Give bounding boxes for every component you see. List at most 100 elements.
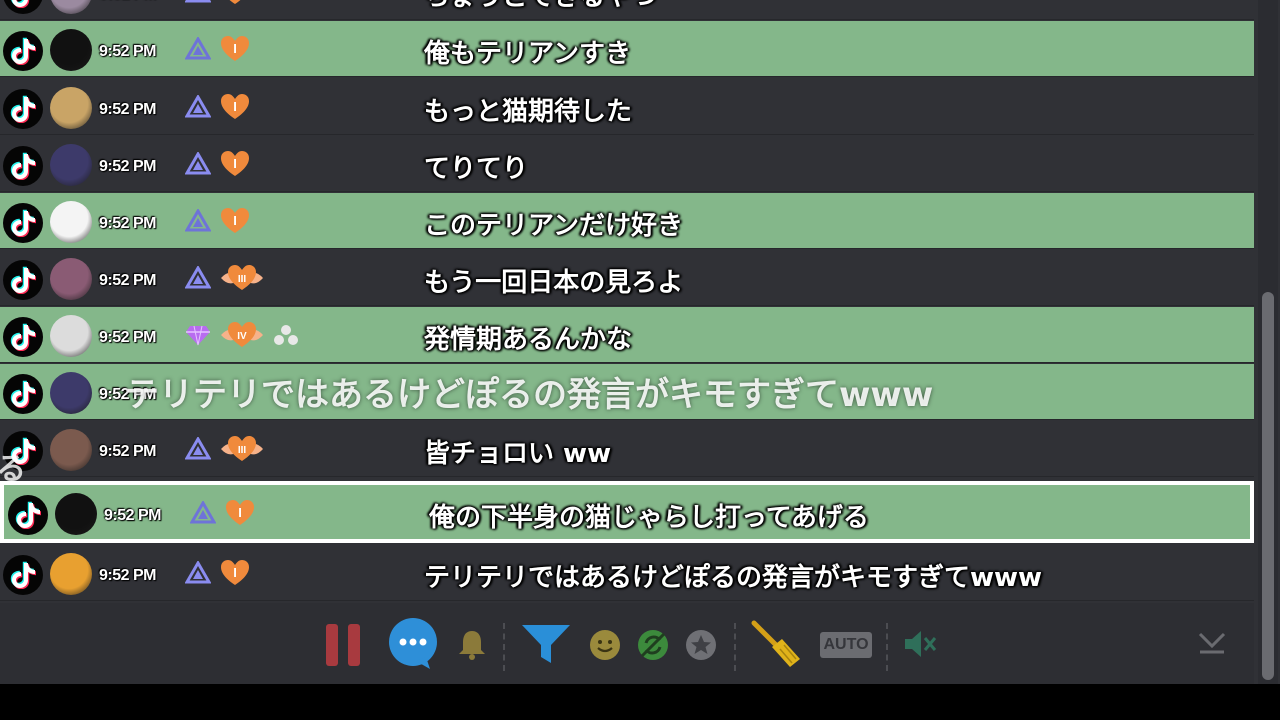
avatar[interactable] bbox=[55, 493, 97, 535]
message-row[interactable]: 9:52 PM IV 発情期あるんかな bbox=[0, 307, 1254, 363]
avatar[interactable] bbox=[50, 372, 92, 414]
message-text: てりてり bbox=[424, 154, 529, 184]
heart-level-icon: I bbox=[219, 206, 251, 240]
screen-bottom-letterbox bbox=[0, 684, 1280, 720]
message-row[interactable]: 9:52 PM I 俺もテリアンすき bbox=[0, 21, 1254, 77]
auto-scroll-toggle[interactable]: AUTO bbox=[820, 632, 872, 658]
message-row[interactable]: 9:52 PM I このテリアンだけ好き bbox=[0, 193, 1254, 249]
svg-text:I: I bbox=[238, 505, 242, 520]
message-text: 俺の下半身の猫じゃらし打ってあげる bbox=[429, 503, 869, 533]
gem-badge-icon bbox=[185, 323, 211, 351]
notification-button[interactable] bbox=[456, 627, 488, 661]
message-timestamp: 9:52 PM bbox=[99, 101, 156, 118]
stream-subtitle-fragment: る bbox=[0, 452, 26, 487]
heart-level-icon: III bbox=[219, 263, 265, 297]
filter-icon bbox=[522, 625, 570, 663]
favorites-button[interactable] bbox=[684, 628, 718, 662]
tiktok-logo-icon bbox=[8, 495, 48, 535]
message-row[interactable]: 9:52 PM III 皆チョロい ww bbox=[0, 421, 1254, 477]
heart-level-icon: I bbox=[224, 498, 256, 532]
chat-viewer-window: 9:51 PMIちょうどできるやつ9:52 PMI俺もテリアンすき9:52 PM… bbox=[0, 0, 1280, 684]
tiktok-logo-icon bbox=[3, 317, 43, 357]
tiktok-logo-icon bbox=[3, 203, 43, 243]
message-text: もっと猫期待した bbox=[424, 97, 633, 127]
heart-level-icon: IV bbox=[219, 320, 265, 354]
triangle-tier-icon bbox=[184, 36, 212, 65]
message-timestamp: 9:52 PM bbox=[99, 43, 156, 60]
message-timestamp: 9:52 PM bbox=[99, 329, 156, 346]
message-row[interactable]: 9:52 PM I てりてり bbox=[0, 136, 1254, 192]
star-icon bbox=[686, 630, 716, 660]
message-text: ちょうどできるやつ bbox=[424, 0, 657, 13]
triangle-tier-icon bbox=[184, 208, 212, 237]
sync-icon bbox=[638, 630, 668, 660]
avatar[interactable] bbox=[50, 201, 92, 243]
bell-icon bbox=[459, 631, 485, 660]
broom-icon bbox=[751, 620, 800, 667]
mute-button[interactable] bbox=[902, 627, 938, 661]
emoji-filter-button[interactable] bbox=[588, 628, 622, 662]
triangle-tier-icon bbox=[184, 94, 212, 123]
avatar[interactable] bbox=[50, 87, 92, 129]
toolbar-separator bbox=[886, 623, 888, 671]
tiktok-logo-icon bbox=[3, 31, 43, 71]
message-timestamp: 9:52 PM bbox=[99, 567, 156, 584]
chevron-down-icon bbox=[1198, 632, 1226, 654]
collapse-button[interactable] bbox=[1196, 629, 1228, 657]
avatar[interactable] bbox=[50, 429, 92, 471]
svg-text:IV: IV bbox=[237, 331, 247, 342]
clear-chat-button[interactable] bbox=[750, 619, 802, 671]
message-row[interactable]: 9:52 PM I テリテリではあるけどぽるの発言がキモすぎてwww bbox=[0, 545, 1254, 601]
auto-scroll-label: AUTO bbox=[823, 636, 869, 653]
message-timestamp: 9:52 PM bbox=[99, 158, 156, 175]
speaker-mute-icon bbox=[905, 631, 937, 657]
heart-level-icon: I bbox=[219, 149, 251, 183]
smiley-icon bbox=[590, 630, 620, 660]
message-text: もう一回日本の見ろよ bbox=[424, 268, 684, 298]
tiktok-logo-icon bbox=[3, 374, 43, 414]
triangle-tier-icon bbox=[184, 151, 212, 180]
avatar[interactable] bbox=[50, 553, 92, 595]
tiktok-logo-icon bbox=[3, 0, 43, 14]
svg-text:I: I bbox=[233, 213, 237, 228]
heart-level-icon: I bbox=[219, 92, 251, 126]
scrollbar[interactable] bbox=[1258, 0, 1278, 684]
avatar[interactable] bbox=[50, 144, 92, 186]
avatar[interactable] bbox=[50, 29, 92, 71]
triangle-tier-icon bbox=[184, 560, 212, 589]
scrollbar-thumb[interactable] bbox=[1262, 292, 1274, 680]
svg-text:III: III bbox=[238, 274, 247, 285]
heart-level-icon: I bbox=[219, 0, 251, 11]
toolbar-separator bbox=[734, 623, 736, 671]
avatar[interactable] bbox=[50, 0, 92, 14]
message-row[interactable]: 9:51 PM I ちょうどできるやつ bbox=[0, 0, 1254, 20]
chat-bubble-icon bbox=[389, 618, 437, 669]
filter-button[interactable] bbox=[520, 621, 572, 667]
message-row[interactable]: 9:52 PM I もっと猫期待した bbox=[0, 79, 1254, 135]
pause-button[interactable] bbox=[324, 621, 364, 669]
triangle-tier-icon bbox=[184, 436, 212, 465]
message-text: テリテリではあるけどぽるの発言がキモすぎてwww bbox=[424, 563, 1043, 593]
triangle-tier-icon bbox=[189, 500, 217, 529]
svg-text:I: I bbox=[233, 99, 237, 114]
message-timestamp: 9:52 PM bbox=[104, 507, 161, 524]
message-row[interactable]: 9:52 PM III もう一回日本の見ろよ bbox=[0, 250, 1254, 306]
svg-text:I: I bbox=[233, 565, 237, 580]
heart-level-icon: I bbox=[219, 558, 251, 592]
message-text: 俺もテリアンすき bbox=[424, 39, 631, 69]
message-timestamp: 9:52 PM bbox=[99, 215, 156, 232]
svg-text:I: I bbox=[233, 41, 237, 56]
avatar[interactable] bbox=[50, 315, 92, 357]
tiktok-logo-icon bbox=[3, 89, 43, 129]
svg-text:I: I bbox=[233, 156, 237, 171]
message-list[interactable]: 9:51 PMIちょうどできるやつ9:52 PMI俺もテリアンすき9:52 PM… bbox=[0, 0, 1254, 603]
chat-button[interactable] bbox=[386, 617, 440, 671]
message-row[interactable]: 9:52 PM I 俺の下半身の猫じゃらし打ってあげる bbox=[0, 481, 1254, 543]
tiktok-logo-icon bbox=[3, 146, 43, 186]
bottom-toolbar: AUTO bbox=[0, 603, 1254, 684]
tiktok-logo-icon bbox=[3, 260, 43, 300]
triangle-tier-icon bbox=[184, 265, 212, 294]
svg-text:III: III bbox=[238, 445, 247, 456]
avatar[interactable] bbox=[50, 258, 92, 300]
sync-toggle-button[interactable] bbox=[636, 628, 670, 662]
